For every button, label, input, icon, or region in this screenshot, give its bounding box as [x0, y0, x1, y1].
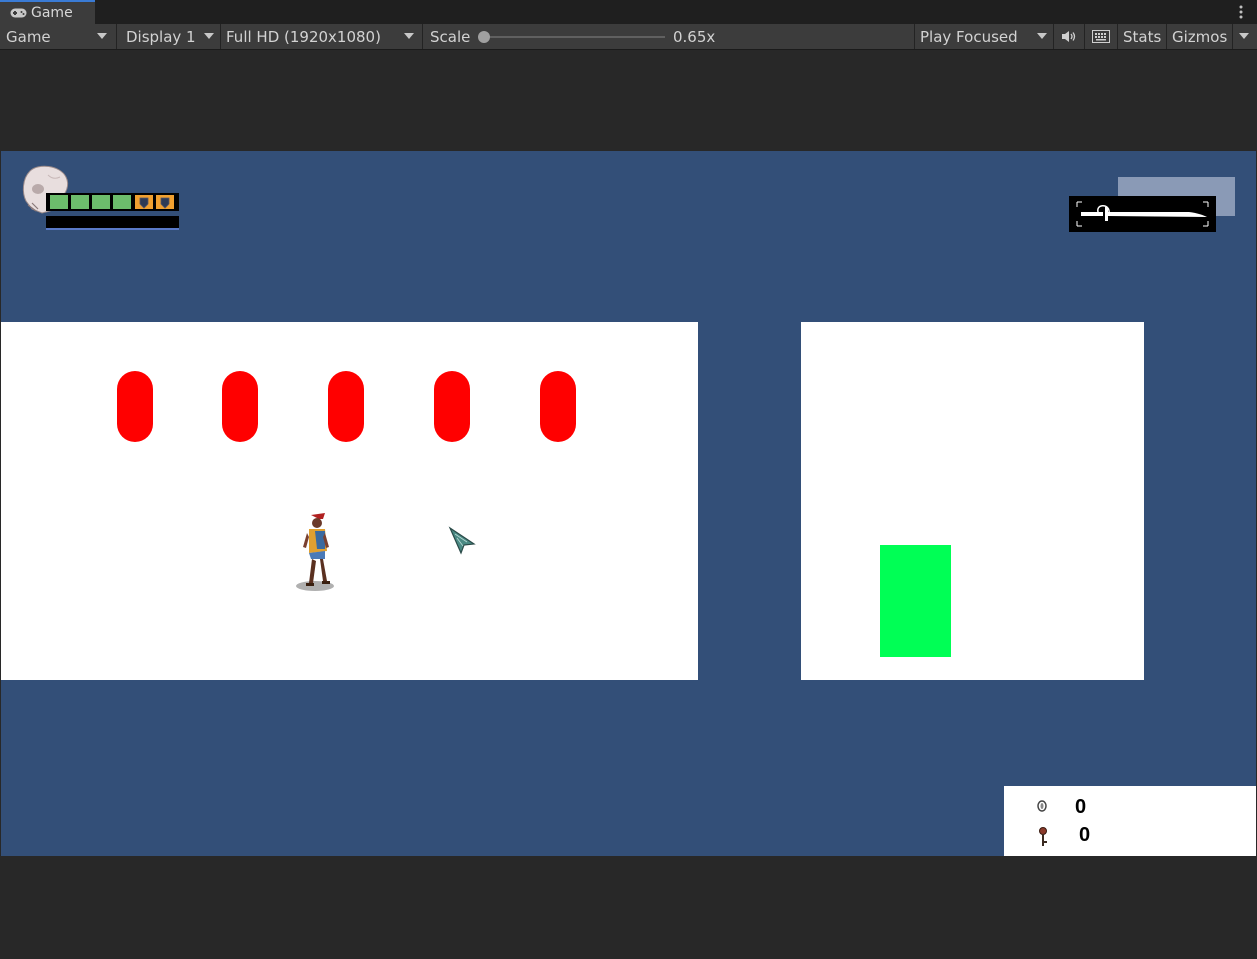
red-obstacle	[540, 371, 576, 442]
game-viewport[interactable]: 0 0	[1, 151, 1256, 856]
arrow-cursor-icon	[448, 526, 476, 555]
key-icon	[1039, 827, 1047, 846]
view-mode-label: Game	[6, 28, 51, 46]
red-obstacle	[328, 371, 364, 442]
gamepad-icon	[10, 8, 27, 18]
toolbar-divider	[422, 24, 423, 49]
scale-label: Scale	[430, 28, 471, 46]
shield-cell	[135, 195, 153, 209]
player-character	[296, 513, 334, 591]
sword-icon	[1076, 201, 1209, 227]
inventory-counter-panel: 0 0	[1004, 786, 1256, 856]
display-label: Display 1	[126, 28, 196, 46]
gizmos-button[interactable]: Gizmos	[1172, 24, 1227, 49]
red-obstacle	[434, 371, 470, 442]
audio-mute-icon[interactable]	[1061, 30, 1077, 43]
coin-icon	[1037, 800, 1047, 812]
tab-title: Game	[31, 5, 73, 21]
health-cell	[71, 195, 89, 209]
health-cell	[92, 195, 110, 209]
display-dropdown[interactable]: Display 1	[117, 24, 220, 49]
coin-count: 0	[1075, 796, 1087, 818]
stats-button[interactable]: Stats	[1123, 24, 1161, 49]
toolbar-divider	[1084, 24, 1085, 49]
health-cell	[50, 195, 68, 209]
shield-icon	[160, 197, 170, 209]
shield-cell	[156, 195, 174, 209]
gizmos-dropdown-icon[interactable]	[1239, 33, 1249, 39]
toolbar-divider	[1232, 24, 1233, 49]
scale-slider-thumb[interactable]	[478, 31, 490, 43]
scale-slider-track[interactable]	[484, 36, 665, 38]
chevron-down-icon	[1037, 33, 1047, 39]
view-mode-dropdown[interactable]: Game	[0, 24, 115, 49]
toolbar-divider	[1166, 24, 1167, 49]
red-obstacle	[222, 371, 258, 442]
chevron-down-icon	[97, 33, 107, 39]
resolution-dropdown[interactable]: Full HD (1920x1080)	[221, 24, 422, 49]
resolution-label: Full HD (1920x1080)	[226, 28, 381, 46]
chevron-down-icon	[404, 33, 414, 39]
room-right	[801, 322, 1144, 680]
play-mode-label: Play Focused	[920, 28, 1018, 46]
goal-zone	[880, 545, 951, 657]
red-obstacle	[117, 371, 153, 442]
toolbar-divider	[1117, 24, 1118, 49]
stamina-bar	[46, 216, 179, 230]
game-toolbar: Game Display 1 Full HD (1920x1080) Scale…	[0, 24, 1257, 50]
shield-icon	[139, 197, 149, 209]
key-count: 0	[1079, 824, 1091, 846]
play-mode-dropdown[interactable]: Play Focused	[915, 24, 1053, 49]
chevron-down-icon	[204, 33, 214, 39]
tab-game[interactable]: Game	[0, 0, 95, 24]
kebab-menu-icon[interactable]	[1239, 5, 1243, 19]
scale-value: 0.65x	[673, 28, 716, 46]
toolbar-divider	[1053, 24, 1054, 49]
weapon-slot	[1069, 196, 1216, 232]
keyboard-icon[interactable]	[1092, 30, 1110, 43]
health-cell	[113, 195, 131, 209]
tab-strip: Game	[0, 0, 1257, 24]
